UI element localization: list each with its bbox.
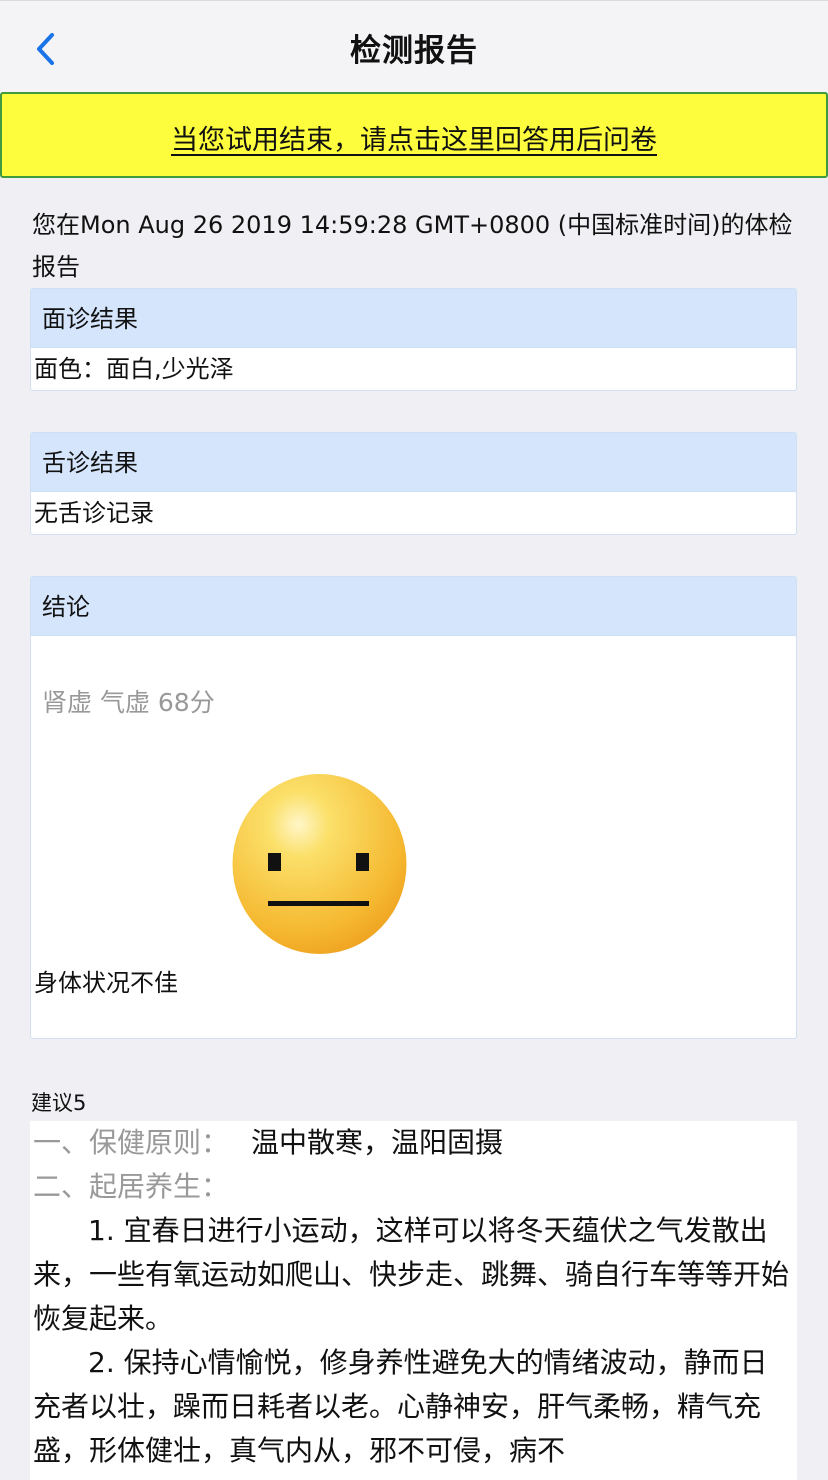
- survey-banner[interactable]: 当您试用结束，请点击这里回答用后问卷: [0, 92, 828, 178]
- tongue-result-title: 舌诊结果: [31, 433, 796, 492]
- face-result-panel: 面诊结果 面色：面白,少光泽: [30, 288, 797, 391]
- survey-link[interactable]: 当您试用结束，请点击这里回答用后问卷: [171, 118, 657, 157]
- conclusion-title: 结论: [31, 577, 796, 636]
- neutral-face-icon: [232, 774, 407, 954]
- nav-bar: 检测报告: [0, 0, 828, 92]
- advice-title: 建议5: [31, 1091, 87, 1115]
- conclusion-score: 肾虚 气虚 68分: [42, 688, 215, 717]
- conclusion-panel: 结论 肾虚 气虚 68分 身体状况不佳: [30, 576, 797, 1039]
- principle-line: 一、保健原则： 温中散寒，温阳固摄: [33, 1121, 794, 1165]
- advice-paragraph: 1. 宜春日进行小运动，这样可以将冬天蕴伏之气发散出来，一些有氧运动如爬山、快步…: [33, 1214, 790, 1335]
- body-status-text: 身体状况不佳: [34, 969, 178, 997]
- face-result-title: 面诊结果: [31, 289, 796, 348]
- face-result-content: 面色：面白,少光泽: [34, 355, 234, 383]
- page-title: 检测报告: [350, 33, 478, 69]
- daily-line: 二、起居养生：: [33, 1165, 794, 1209]
- advice-content: 一、保健原则： 温中散寒，温阳固摄 二、起居养生： 1. 宜春日进行小运动，这样可…: [30, 1121, 797, 1480]
- tongue-result-panel: 舌诊结果 无舌诊记录: [30, 432, 797, 535]
- advice-paragraph: 2. 保持心情愉悦，修身养性避免大的情绪波动，静而日充者以壮，躁而日耗者以老。心…: [33, 1346, 768, 1467]
- principle-label: 一、保健原则：: [33, 1126, 230, 1159]
- tongue-result-content: 无舌诊记录: [34, 499, 154, 527]
- report-intro: 您在Mon Aug 26 2019 14:59:28 GMT+0800 (中国标…: [32, 211, 793, 281]
- principle-value: 温中散寒，温阳固摄: [251, 1126, 504, 1159]
- daily-label: 二、起居养生：: [33, 1170, 230, 1203]
